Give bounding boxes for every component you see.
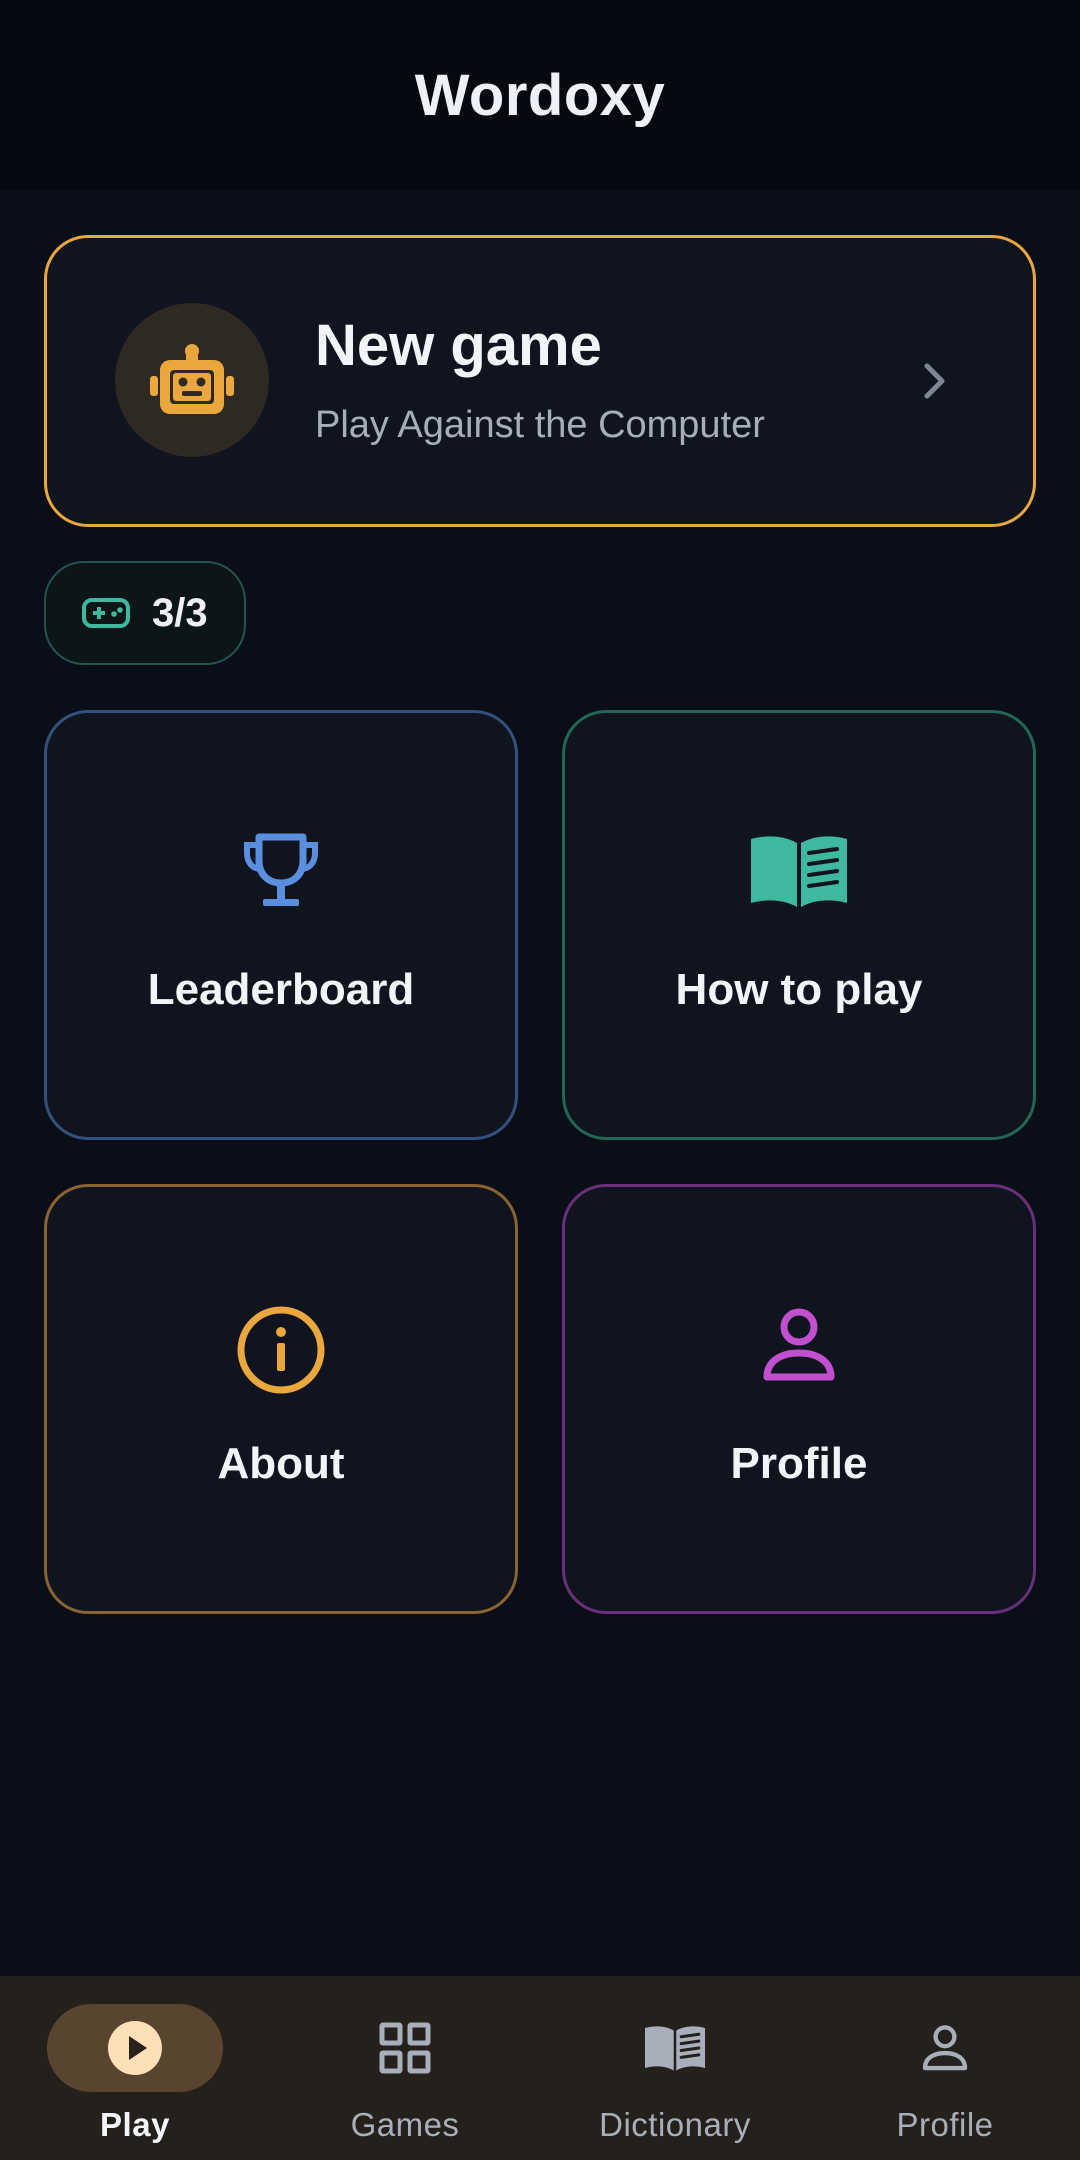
leaderboard-label: Leaderboard xyxy=(147,965,415,1014)
games-remaining-count: 3/3 xyxy=(152,591,208,635)
app-title: Wordoxy xyxy=(414,62,666,128)
nav-label-games: Games xyxy=(350,2106,460,2143)
leaderboard-tile[interactable]: Leaderboard xyxy=(44,710,518,1140)
info-icon xyxy=(237,1306,325,1394)
profile-tile[interactable]: Profile xyxy=(562,1184,1036,1614)
person-icon xyxy=(922,2025,968,2071)
nav-item-games[interactable]: Games xyxy=(270,1976,540,2160)
play-icon xyxy=(108,2021,162,2075)
grid-icon xyxy=(379,2022,431,2074)
new-game-subtitle: Play Against the Computer xyxy=(315,404,765,446)
nav-label-play: Play xyxy=(100,2106,170,2143)
new-game-avatar xyxy=(115,303,269,457)
new-game-title: New game xyxy=(315,313,602,378)
nav-label-dictionary: Dictionary xyxy=(599,2106,751,2143)
book-icon xyxy=(645,2026,705,2071)
person-icon xyxy=(763,1308,835,1381)
how-to-play-label: How to play xyxy=(675,965,923,1014)
nav-active-indicator xyxy=(47,2004,223,2092)
new-game-card[interactable]: New game Play Against the Computer xyxy=(44,235,1036,527)
book-icon xyxy=(751,836,847,907)
chevron-right-icon xyxy=(924,363,945,399)
games-remaining-badge: 3/3 xyxy=(44,561,246,665)
nav-item-dictionary[interactable]: Dictionary xyxy=(540,1976,810,2160)
nav-item-profile[interactable]: Profile xyxy=(810,1976,1080,2160)
about-tile[interactable]: About xyxy=(44,1184,518,1614)
gamepad-icon xyxy=(82,598,130,628)
about-label: About xyxy=(217,1439,345,1488)
how-to-play-tile[interactable]: How to play xyxy=(562,710,1036,1140)
app-bar: Wordoxy xyxy=(0,0,1080,190)
trophy-icon xyxy=(244,833,318,906)
nav-label-profile: Profile xyxy=(896,2106,994,2143)
robot-icon xyxy=(150,344,234,414)
nav-item-play[interactable]: Play xyxy=(0,1976,270,2160)
main-content: New game Play Against the Computer 3/3 L… xyxy=(0,190,1080,1976)
bottom-navigation: Play Games Dictionary Profile xyxy=(0,1976,1080,2160)
profile-label: Profile xyxy=(730,1439,868,1488)
